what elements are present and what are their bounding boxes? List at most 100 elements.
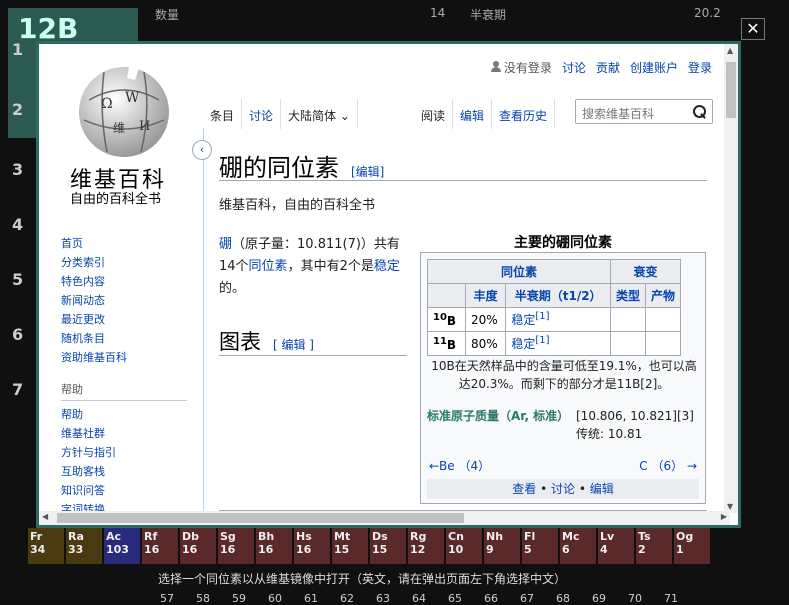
lanthanide-number: 62	[340, 592, 354, 605]
search-input[interactable]: 搜索维基百科	[575, 99, 713, 124]
isotope-symbol[interactable]: 10B	[427, 307, 466, 332]
abundance-note: 10B在天然样品中的含量可低至19.1%，也可以高达20.3%。而剩下的部分才是…	[431, 359, 697, 391]
period-number: 3	[12, 160, 24, 179]
sidebar-item[interactable]: 资助维基百科	[61, 348, 191, 367]
create-account-link[interactable]: 创建账户	[630, 59, 678, 76]
namespace-tabs: 条目 讨论 大陆简体	[203, 99, 358, 129]
stable-link[interactable]: 稳定	[374, 259, 400, 274]
element-cell[interactable]: Hs 16	[294, 528, 330, 564]
element-cell[interactable]: Cn 10	[446, 528, 482, 564]
section-divider	[219, 355, 407, 356]
decay-product	[645, 307, 682, 332]
element-count: 15	[334, 543, 350, 556]
scroll-left-icon[interactable]: ◀	[42, 512, 48, 521]
isotope-table: 同位素 衰变 丰度 半衰期（t1/2） 类型 产物 10B 20% 稳定[1] 11B…	[427, 259, 682, 356]
sidebar-help-item[interactable]: 方针与指引	[61, 443, 191, 462]
lanthanide-number: 66	[484, 592, 498, 605]
scroll-down-icon[interactable]: ▼	[727, 502, 733, 511]
isotope-infobox: 同位素 衰变 丰度 半衰期（t1/2） 类型 产物 10B 20% 稳定[1] 11B…	[420, 252, 706, 504]
scroll-right-icon[interactable]: ▶	[721, 512, 727, 521]
element-cell[interactable]: Fl 5	[522, 528, 558, 564]
tab-edit[interactable]: 编辑	[453, 99, 493, 129]
element-symbol: Ac	[106, 530, 122, 543]
sidebar-item[interactable]: 随机条目	[61, 329, 191, 348]
view-tabs: 阅读 编辑 查看历史	[414, 99, 556, 129]
header-decay[interactable]: 衰变	[609, 259, 682, 284]
element-count: 16	[182, 543, 198, 556]
isotope-link[interactable]: 同位素	[249, 259, 288, 274]
info-right-value: 20.2	[694, 6, 721, 20]
header-mode[interactable]: 类型	[609, 283, 647, 308]
element-cell[interactable]: Mc 6	[560, 528, 596, 564]
wiki-popup: Ω W 维 И 维基百科 自由的百科全书 首页 分类索引 特色内容 新闻动态 最近更改随…	[36, 41, 741, 528]
contributions-link[interactable]: 贡献	[596, 59, 620, 76]
element-cell[interactable]: Ts 2	[636, 528, 672, 564]
tab-article[interactable]: 条目	[203, 99, 243, 129]
tab-talk[interactable]: 讨论	[242, 99, 282, 129]
isotope-halflife[interactable]: 稳定[1]	[505, 331, 611, 356]
sidebar-item[interactable]: 分类索引	[61, 253, 191, 272]
element-cell[interactable]: Lv 4	[598, 528, 634, 564]
element-cell[interactable]: Ds 15	[370, 528, 406, 564]
element-cell[interactable]: Og 1	[674, 528, 710, 564]
sidebar-item[interactable]: 新闻动态	[61, 291, 191, 310]
tab-history[interactable]: 查看历史	[492, 99, 556, 129]
element-cell[interactable]: Rg 12	[408, 528, 444, 564]
header-abundance[interactable]: 丰度	[464, 283, 507, 308]
header-halflife[interactable]: 半衰期（t1/2）	[505, 283, 611, 308]
talk-template-link[interactable]: 讨论	[551, 482, 575, 496]
horizontal-scrollbar[interactable]: ◀ ▶	[39, 511, 730, 525]
lanthanide-number: 58	[196, 592, 210, 605]
sidebar-help-item[interactable]: 互助客栈	[61, 462, 191, 481]
vertical-scroll-thumb[interactable]	[726, 62, 736, 118]
element-cell[interactable]: Sg 16	[218, 528, 254, 564]
search-placeholder: 搜索维基百科	[582, 107, 655, 121]
scroll-up-icon[interactable]: ▲	[727, 46, 733, 55]
header-product[interactable]: 产物	[645, 283, 682, 308]
edit-template-link[interactable]: 编辑	[590, 482, 614, 496]
element-cell[interactable]: Bh 16	[256, 528, 292, 564]
standard-atomic-weight-label[interactable]: 标准原子质量（Ar, 标准）	[427, 407, 573, 424]
prev-element-link[interactable]: ←Be （4）	[429, 457, 490, 474]
element-cell[interactable]: Ra 33	[66, 528, 102, 564]
close-button[interactable]: ✕	[741, 18, 765, 40]
sidebar-item[interactable]: 首页	[61, 234, 191, 253]
element-symbol: Mt	[334, 530, 351, 543]
horizontal-scroll-thumb[interactable]	[57, 513, 464, 523]
view-link[interactable]: 查看	[512, 482, 536, 496]
sidebar-item[interactable]: 特色内容	[61, 272, 191, 291]
tab-read[interactable]: 阅读	[414, 99, 454, 129]
login-link[interactable]: 登录	[688, 59, 712, 76]
vertical-scrollbar[interactable]: ▲ ▼	[724, 44, 738, 513]
collapse-sidebar-icon[interactable]: ‹	[192, 140, 212, 160]
search-icon[interactable]	[693, 105, 706, 118]
isotope-symbol[interactable]: 11B	[427, 331, 466, 356]
svg-text:W: W	[125, 90, 140, 106]
header-isotope[interactable]: 同位素	[427, 259, 611, 284]
element-cell[interactable]: Fr 34	[28, 528, 64, 564]
isotope-halflife[interactable]: 稳定[1]	[505, 307, 611, 332]
not-logged-in: 没有登录	[490, 59, 552, 76]
variant-dropdown[interactable]: 大陆简体	[281, 99, 358, 129]
element-cell[interactable]: Mt 15	[332, 528, 368, 564]
boron-link[interactable]: 硼	[219, 237, 232, 252]
period-number: 4	[12, 215, 24, 234]
next-element-link[interactable]: C （6） →	[639, 457, 697, 474]
element-cell[interactable]: Ac 103	[104, 528, 140, 564]
sidebar-help-item[interactable]: 帮助	[61, 405, 191, 424]
sidebar-help-item[interactable]: 维基社群	[61, 424, 191, 443]
sidebar-item[interactable]: 最近更改	[61, 310, 191, 329]
element-cell[interactable]: Nh 9	[484, 528, 520, 564]
element-cell[interactable]: Rf 16	[142, 528, 178, 564]
section-edit-link[interactable]: [ 编辑 ]	[273, 338, 314, 352]
talk-link[interactable]: 讨论	[562, 59, 586, 76]
sidebar-help-item[interactable]: 知识问答	[61, 481, 191, 500]
title-edit-link[interactable]: [编辑]	[351, 165, 384, 179]
from-wikipedia: 维基百科，自由的百科全书	[219, 198, 376, 213]
decay-product	[645, 331, 682, 356]
element-symbol: Db	[182, 530, 200, 543]
element-cell[interactable]: Db 16	[180, 528, 216, 564]
info-right-label: 半衰期	[470, 8, 507, 22]
lanthanide-number: 63	[376, 592, 390, 605]
wikipedia-globe-logo[interactable]: Ω W 维 И	[69, 60, 179, 170]
